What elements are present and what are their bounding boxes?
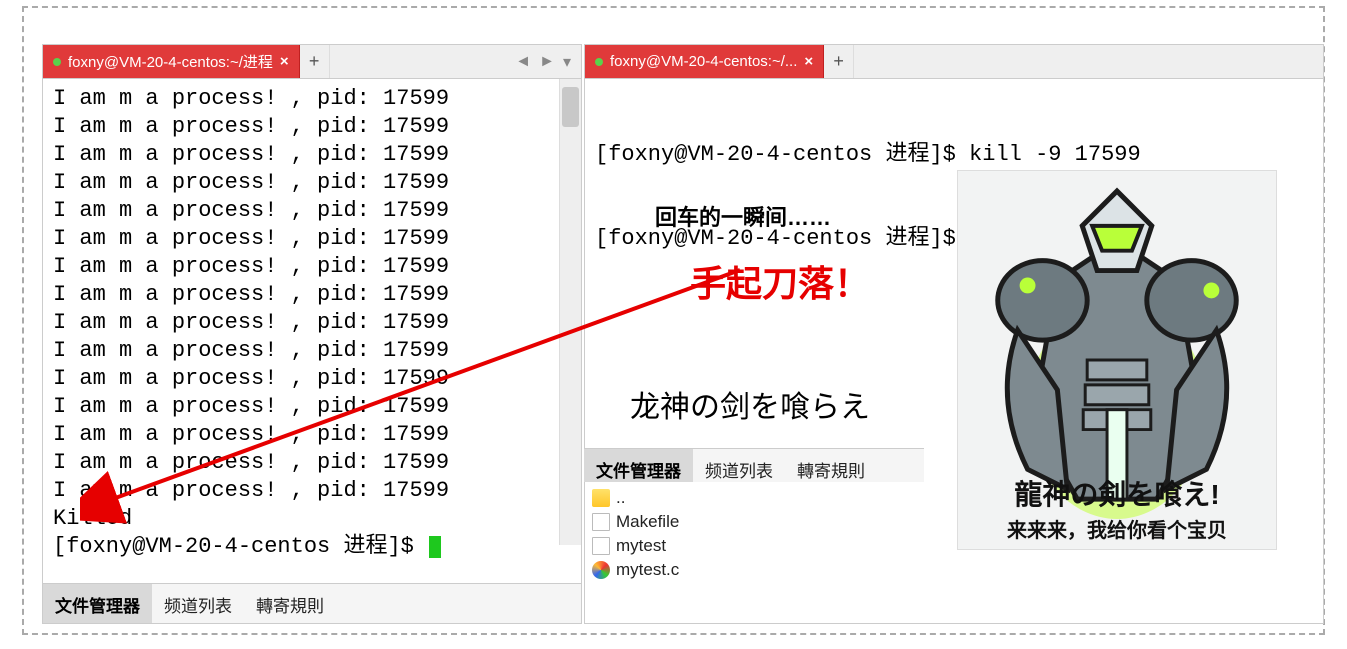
bottom-tab-forward[interactable]: 轉寄規則 (244, 584, 336, 623)
prev-tab-icon[interactable]: ◄ (515, 53, 531, 71)
bottom-tab-forward[interactable]: 轉寄規則 (785, 449, 877, 482)
next-tab-icon[interactable]: ► (539, 53, 555, 71)
terminal-line: [foxny@VM-20-4-centos 进程]$ kill -9 17599 (595, 141, 1313, 169)
terminal-line: I am m a process! , pid: 17599 (53, 393, 571, 421)
tab-title: foxny@VM-20-4-centos:~/... (610, 53, 797, 70)
terminal-line: I am m a process! , pid: 17599 (53, 141, 571, 169)
bottom-tab-filemanager[interactable]: 文件管理器 (584, 449, 693, 482)
file-name: mytest (616, 536, 666, 556)
annotation-text-1: 回车的一瞬间…… (655, 200, 831, 232)
tab-active[interactable]: foxny@VM-20-4-centos:~/... × (585, 45, 824, 78)
terminal-line: I am m a process! , pid: 17599 (53, 85, 571, 113)
terminal-prompt: [foxny@VM-20-4-centos 进程]$ (53, 533, 571, 561)
bottom-tab-channels[interactable]: 频道列表 (152, 584, 244, 623)
annotation-text-2: 手起刀落！ (690, 255, 870, 307)
folder-icon (592, 489, 610, 507)
cursor-icon (429, 536, 441, 558)
meme-image: 龍神の剣を喰え! 来来来，我给你看个宝贝 (957, 170, 1277, 550)
tab-title: foxny@VM-20-4-centos:~/进程 (68, 51, 273, 72)
new-tab-button[interactable]: + (824, 45, 854, 78)
meme-caption-1: 龍神の剣を喰え! (958, 473, 1276, 513)
terminal-line: I am m a process! , pid: 17599 (53, 225, 571, 253)
file-icon (592, 537, 610, 555)
file-listing: .. Makefile mytest mytest.c (584, 482, 924, 590)
prompt-text: [foxny@VM-20-4-centos 进程]$ (53, 533, 427, 561)
bottom-tabs: 文件管理器 频道列表 轉寄規則 (43, 583, 581, 623)
terminal-line: I am m a process! , pid: 17599 (53, 281, 571, 309)
scrollbar-thumb[interactable] (562, 87, 579, 127)
close-icon[interactable]: × (280, 53, 289, 70)
tab-nav: ◄ ► ▾ (505, 45, 581, 78)
terminal-output[interactable]: [foxny@VM-20-4-centos 进程]$ kill -9 17599… (585, 79, 1323, 145)
file-manager-panel: 文件管理器 频道列表 轉寄規則 .. Makefile mytest mytes… (584, 448, 924, 590)
tab-active[interactable]: foxny@VM-20-4-centos:~/进程 × (43, 45, 300, 78)
c-source-icon (592, 561, 610, 579)
file-row[interactable]: Makefile (592, 510, 916, 534)
file-name: Makefile (616, 512, 679, 532)
new-tab-button[interactable]: + (300, 45, 330, 78)
terminal-output[interactable]: I am m a process! , pid: 17599I am m a p… (43, 79, 581, 549)
status-dot-icon (595, 58, 603, 66)
file-name: .. (616, 488, 625, 508)
terminal-line: I am m a process! , pid: 17599 (53, 365, 571, 393)
file-row[interactable]: mytest (592, 534, 916, 558)
terminal-line: I am m a process! , pid: 17599 (53, 113, 571, 141)
meme-caption-2: 来来来，我给你看个宝贝 (958, 514, 1276, 543)
file-row-parent[interactable]: .. (592, 486, 916, 510)
terminal-line: I am m a process! , pid: 17599 (53, 309, 571, 337)
tabbar: foxny@VM-20-4-centos:~/进程 × + ◄ ► ▾ (43, 45, 581, 79)
terminal-line: I am m a process! , pid: 17599 (53, 197, 571, 225)
status-dot-icon (53, 58, 61, 66)
terminal-line: I am m a process! , pid: 17599 (53, 169, 571, 197)
bottom-tab-filemanager[interactable]: 文件管理器 (43, 584, 152, 623)
file-name: mytest.c (616, 560, 679, 580)
dropdown-icon[interactable]: ▾ (563, 52, 571, 72)
file-icon (592, 513, 610, 531)
annotation-text-3: 龙神の剑を喰らえ (630, 382, 870, 426)
file-row[interactable]: mytest.c (592, 558, 916, 582)
terminal-line: I am m a process! , pid: 17599 (53, 253, 571, 281)
terminal-line: I am m a process! , pid: 17599 (53, 477, 571, 505)
tabbar: foxny@VM-20-4-centos:~/... × + (585, 45, 1323, 79)
close-icon[interactable]: × (804, 53, 813, 70)
terminal-line: I am m a process! , pid: 17599 (53, 337, 571, 365)
bottom-tab-channels[interactable]: 频道列表 (693, 449, 785, 482)
terminal-line: I am m a process! , pid: 17599 (53, 421, 571, 449)
terminal-line-killed: Killed (53, 505, 571, 533)
bottom-tabs-right: 文件管理器 频道列表 轉寄規則 (584, 448, 924, 482)
scrollbar[interactable] (559, 79, 581, 545)
terminal-window-left: foxny@VM-20-4-centos:~/进程 × + ◄ ► ▾ I am… (42, 44, 582, 624)
terminal-line: I am m a process! , pid: 17599 (53, 449, 571, 477)
